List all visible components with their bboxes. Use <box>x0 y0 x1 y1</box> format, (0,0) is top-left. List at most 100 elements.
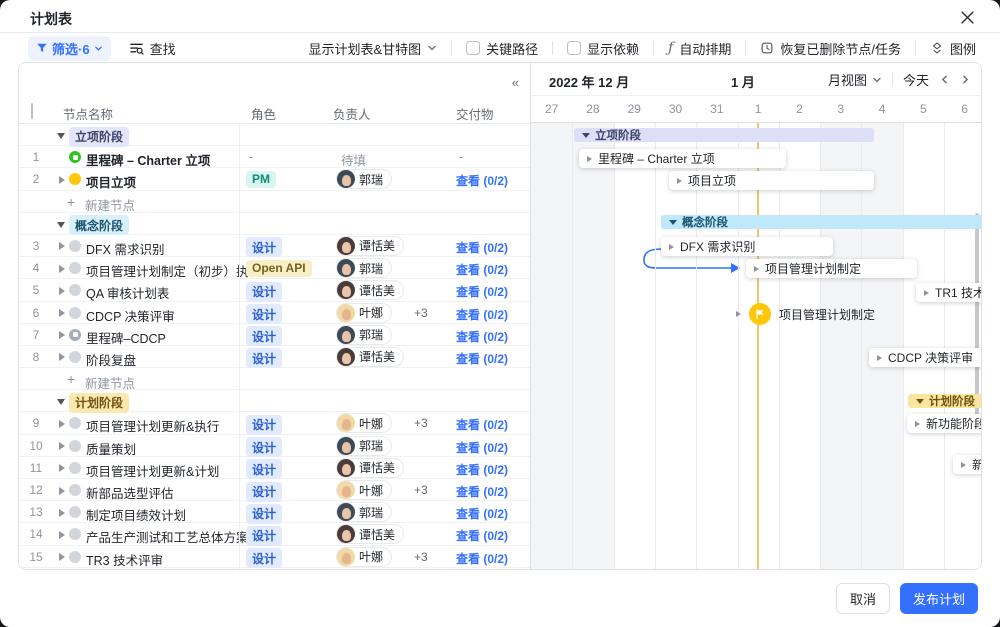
legend-button[interactable]: 图例 <box>930 39 976 58</box>
expand-arrow-icon[interactable] <box>59 509 65 517</box>
owner-pill[interactable]: 郭瑞 <box>336 258 392 278</box>
close-icon[interactable] <box>958 8 976 26</box>
show-dependency-toggle[interactable]: 显示依赖 <box>567 39 639 58</box>
expand-arrow-icon[interactable] <box>59 487 65 495</box>
deliverable-view-link[interactable]: 查看 (0/2) <box>456 505 508 522</box>
gantt-task-bar[interactable]: CDCP 决策评审 <box>869 348 981 367</box>
collapse-table-icon[interactable]: « <box>512 75 518 90</box>
expand-arrow-icon[interactable] <box>59 420 65 428</box>
table-row[interactable]: 9项目管理计划更新&执行设计叶娜+3查看 (0/2) <box>19 412 530 434</box>
avatar <box>337 481 355 499</box>
deliverable-view-link[interactable]: 查看 (0/2) <box>456 261 508 278</box>
gantt-phase-bar[interactable]: 立项阶段 <box>574 128 874 142</box>
table-row[interactable]: 13制定项目绩效计划设计郭瑞查看 (0/2) <box>19 501 530 523</box>
deliverable-view-link[interactable]: 查看 (0/2) <box>456 416 508 433</box>
owner-pill[interactable]: 叶娜 <box>336 413 392 433</box>
next-period-icon[interactable] <box>960 74 971 85</box>
deliverable-view-link[interactable]: 查看 (0/2) <box>456 527 508 544</box>
prev-period-icon[interactable] <box>939 74 950 85</box>
table-row[interactable]: 5QA 审核计划表设计谭恬美查看 (0/2) <box>19 279 530 301</box>
owner-pill[interactable]: 谭恬美 <box>336 347 404 367</box>
deliverable-view-link[interactable]: 查看 (0/2) <box>456 283 508 300</box>
collapse-caret-icon[interactable] <box>57 133 65 139</box>
expand-arrow-icon[interactable] <box>59 464 65 472</box>
table-row[interactable]: 11项目管理计划更新&计划设计谭恬美查看 (0/2) <box>19 457 530 479</box>
gantt-task-bar[interactable]: 新功能 <box>953 455 981 474</box>
gantt-task-bar[interactable]: TR1 技术评审 <box>916 283 981 302</box>
deliverable-view-link[interactable]: 查看 (0/2) <box>456 172 508 189</box>
publish-plan-button[interactable]: 发布计划 <box>900 583 978 614</box>
add-node-row[interactable]: +新建节点 <box>19 368 530 390</box>
gantt-task-bar[interactable]: 项目管理计划制定 <box>746 259 917 278</box>
expand-arrow-icon[interactable] <box>59 442 65 450</box>
table-row[interactable]: 10质量策划设计郭瑞查看 (0/2) <box>19 435 530 457</box>
phase-row[interactable]: 立项阶段 <box>19 124 530 146</box>
add-node-button[interactable]: 新建节点 <box>85 195 135 214</box>
phase-row[interactable]: 概念阶段 <box>19 213 530 235</box>
gantt-task-bar[interactable]: DFX 需求识别 <box>661 237 833 256</box>
deliverable-view-link[interactable]: 查看 (0/2) <box>456 306 508 323</box>
gantt-task-bar[interactable]: 里程碑 – Charter 立项 <box>579 149 786 168</box>
owner-pill[interactable]: 叶娜 <box>336 547 392 567</box>
critical-path-toggle[interactable]: 关键路径 <box>466 39 538 58</box>
table-row[interactable]: 8阶段复盘设计谭恬美查看 (0/2) <box>19 346 530 368</box>
table-row[interactable]: 4项目管理计划制定（初步）执行Open API郭瑞查看 (0/2) <box>19 257 530 279</box>
auto-schedule-button[interactable]: ƒ 自动排期 <box>668 39 731 58</box>
critical-path-checkbox[interactable] <box>466 41 480 55</box>
gantt-task-bar[interactable]: 新功能阶段推广 <box>907 414 981 433</box>
table-row[interactable]: 15TR3 技术评审设计叶娜+3查看 (0/2) <box>19 546 530 568</box>
deliverable-view-link[interactable]: 查看 (0/2) <box>456 350 508 367</box>
owner-pill[interactable]: 郭瑞 <box>336 436 392 456</box>
cancel-button[interactable]: 取消 <box>836 583 890 614</box>
table-row[interactable]: 2项目立项PM郭瑞查看 (0/2) <box>19 168 530 190</box>
owner-pill[interactable]: 郭瑞 <box>336 502 392 522</box>
deliverable-view-link[interactable]: 查看 (0/2) <box>456 439 508 456</box>
owner-pill[interactable]: 郭瑞 <box>336 325 392 345</box>
phase-row[interactable]: 计划阶段 <box>19 390 530 412</box>
table-row[interactable]: 1里程碑 – Charter 立项-待填- <box>19 146 530 168</box>
deliverable-view-link[interactable]: 查看 (0/2) <box>456 550 508 567</box>
deliverable-view-link[interactable]: 查看 (0/2) <box>456 239 508 256</box>
owner-pill[interactable]: 谭恬美 <box>336 458 404 478</box>
show-dependency-checkbox[interactable] <box>567 41 581 55</box>
expand-arrow-icon[interactable] <box>59 331 65 339</box>
deliverable-view-link[interactable]: 查看 (0/2) <box>456 328 508 345</box>
expand-arrow-icon[interactable] <box>59 531 65 539</box>
table-row[interactable]: 3DFX 需求识别设计谭恬美查看 (0/2) <box>19 235 530 257</box>
gantt-day-label: 27 <box>531 102 572 116</box>
table-row[interactable]: 12新部品选型评估设计叶娜+3查看 (0/2) <box>19 479 530 501</box>
gantt-task-bar[interactable]: 项目立项 <box>669 171 874 190</box>
today-button[interactable]: 今天 <box>903 70 929 89</box>
expand-arrow-icon[interactable] <box>59 176 65 184</box>
view-mode-select[interactable]: 月视图 <box>828 70 882 89</box>
find-button[interactable]: 查找 <box>129 39 176 58</box>
select-all-checkbox[interactable] <box>31 104 33 118</box>
add-node-row[interactable]: +新建节点 <box>19 191 530 213</box>
table-row[interactable]: 7里程碑–CDCP设计郭瑞查看 (0/2) <box>19 324 530 346</box>
expand-arrow-icon[interactable] <box>59 309 65 317</box>
owner-pill[interactable]: 谭恬美 <box>336 236 404 256</box>
owner-pill[interactable]: 谭恬美 <box>336 524 404 544</box>
owner-pill[interactable]: 郭瑞 <box>336 169 392 189</box>
collapse-caret-icon[interactable] <box>57 222 65 228</box>
owner-pill[interactable]: 谭恬美 <box>336 280 404 300</box>
table-row[interactable]: 14产品生产测试和工艺总体方案设计设计谭恬美查看 (0/2) <box>19 523 530 545</box>
table-row[interactable]: 6CDCP 决策评审设计叶娜+3查看 (0/2) <box>19 302 530 324</box>
gantt-phase-bar[interactable]: 计划阶段 <box>908 394 981 408</box>
expand-arrow-icon[interactable] <box>59 353 65 361</box>
deliverable-view-link[interactable]: 查看 (0/2) <box>456 483 508 500</box>
expand-arrow-icon[interactable] <box>59 287 65 295</box>
expand-arrow-icon[interactable] <box>59 553 65 561</box>
deliverable-view-link[interactable]: 查看 (0/2) <box>456 461 508 478</box>
owner-pill[interactable]: 叶娜 <box>336 303 392 323</box>
collapse-caret-icon[interactable] <box>57 399 65 405</box>
filter-button[interactable]: 筛选·6 <box>28 36 111 61</box>
owner-pill[interactable]: 叶娜 <box>336 480 392 500</box>
expand-arrow-icon[interactable] <box>59 265 65 273</box>
display-mode-select[interactable]: 显示计划表&甘特图 <box>308 39 437 58</box>
restore-deleted-button[interactable]: 恢复已删除节点/任务 <box>760 39 901 58</box>
expand-arrow-icon[interactable] <box>59 242 65 250</box>
gantt-phase-bar[interactable]: 概念阶段 <box>661 215 981 229</box>
gantt-milestone-flag[interactable]: 项目管理计划制定 <box>736 303 875 325</box>
add-node-button[interactable]: 新建节点 <box>85 373 135 392</box>
